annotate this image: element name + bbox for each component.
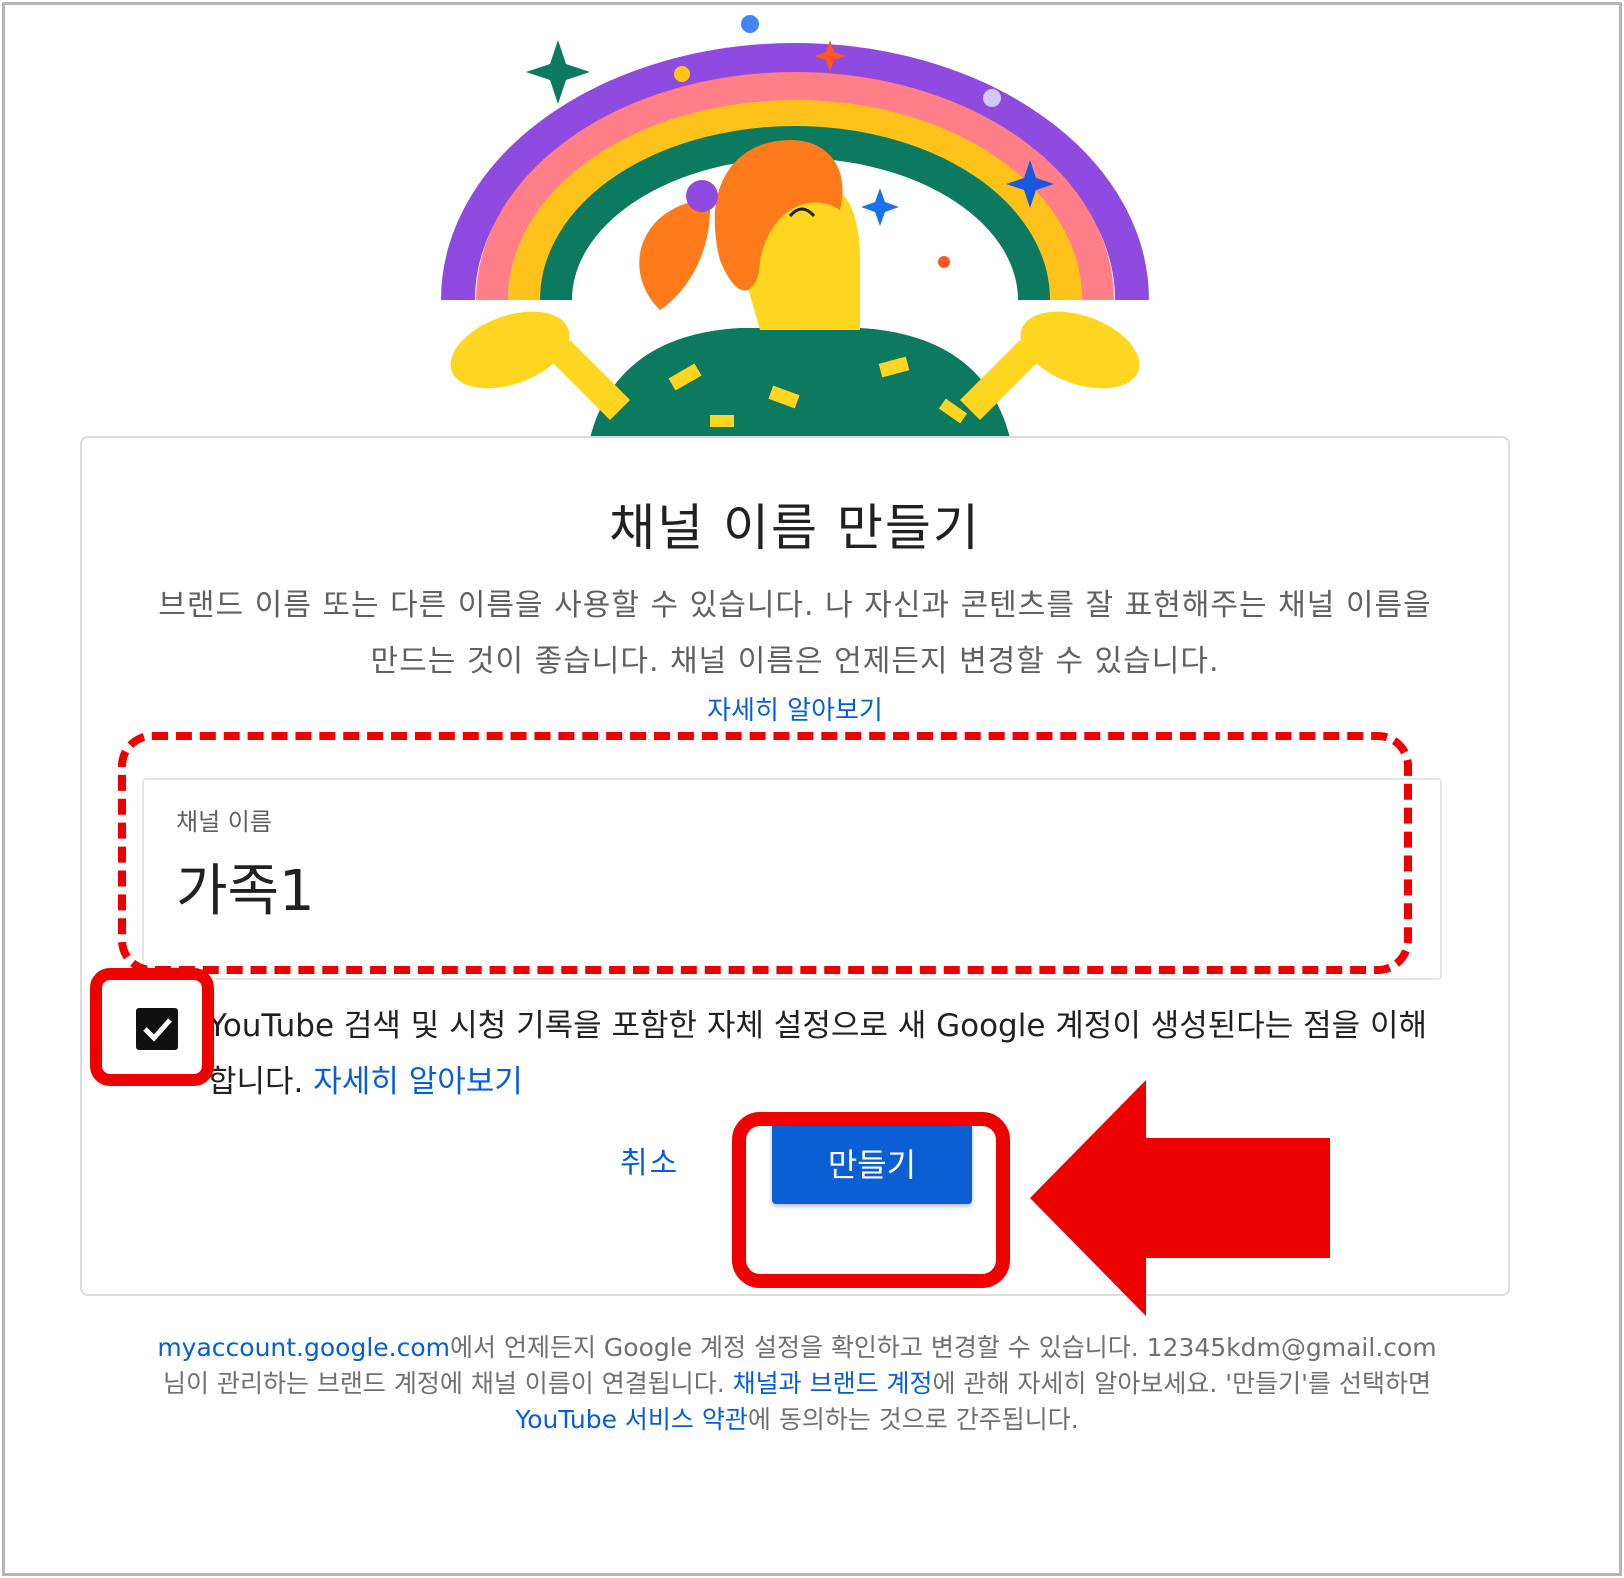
consent-learn-more-link[interactable]: 자세히 알아보기: [313, 1064, 523, 1100]
footer-text-3: 에 관해 자세히 알아보세요. '만들기'를 선택하면: [932, 1369, 1431, 1398]
create-channel-card: 채널 이름 만들기 브랜드 이름 또는 다른 이름을 사용할 수 있습니다. 나…: [80, 436, 1510, 1296]
rainbow-illustration: [441, 15, 1149, 438]
footer-text-1: 에서 언제든지 Google 계정 설정을 확인하고 변경할 수 있습니다.: [450, 1333, 1139, 1362]
consent-text: YouTube 검색 및 시청 기록을 포함한 자체 설정으로 새 Google…: [208, 998, 1428, 1110]
check-icon: [143, 1018, 172, 1042]
terms-link[interactable]: YouTube 서비스 약관: [515, 1405, 748, 1434]
footer-notice: myaccount.google.com에서 언제든지 Google 계정 설정…: [150, 1330, 1444, 1438]
channel-name-label: 채널 이름: [176, 808, 272, 836]
footer-email: 12345kdm@gmail.com: [1146, 1333, 1437, 1362]
brand-account-link[interactable]: 채널과 브랜드 계정: [733, 1369, 933, 1398]
dialog-title: 채널 이름 만들기: [609, 499, 981, 557]
create-button[interactable]: 만들기: [772, 1122, 972, 1204]
myaccount-link[interactable]: myaccount.google.com: [157, 1333, 450, 1362]
footer-text-4: 에 동의하는 것으로 간주됩니다.: [747, 1405, 1079, 1434]
learn-more-link[interactable]: 자세히 알아보기: [82, 690, 1508, 727]
dialog-description: 브랜드 이름 또는 다른 이름을 사용할 수 있습니다. 나 자신과 콘텐츠를 …: [158, 588, 1432, 679]
cancel-button[interactable]: 취소: [620, 1138, 679, 1182]
footer-text-2: 님이 관리하는 브랜드 계정에 채널 이름이 연결됩니다.: [163, 1369, 725, 1398]
channel-name-input[interactable]: [176, 854, 1376, 919]
consent-checkbox[interactable]: [136, 1008, 178, 1050]
channel-name-field[interactable]: 채널 이름: [142, 778, 1442, 980]
